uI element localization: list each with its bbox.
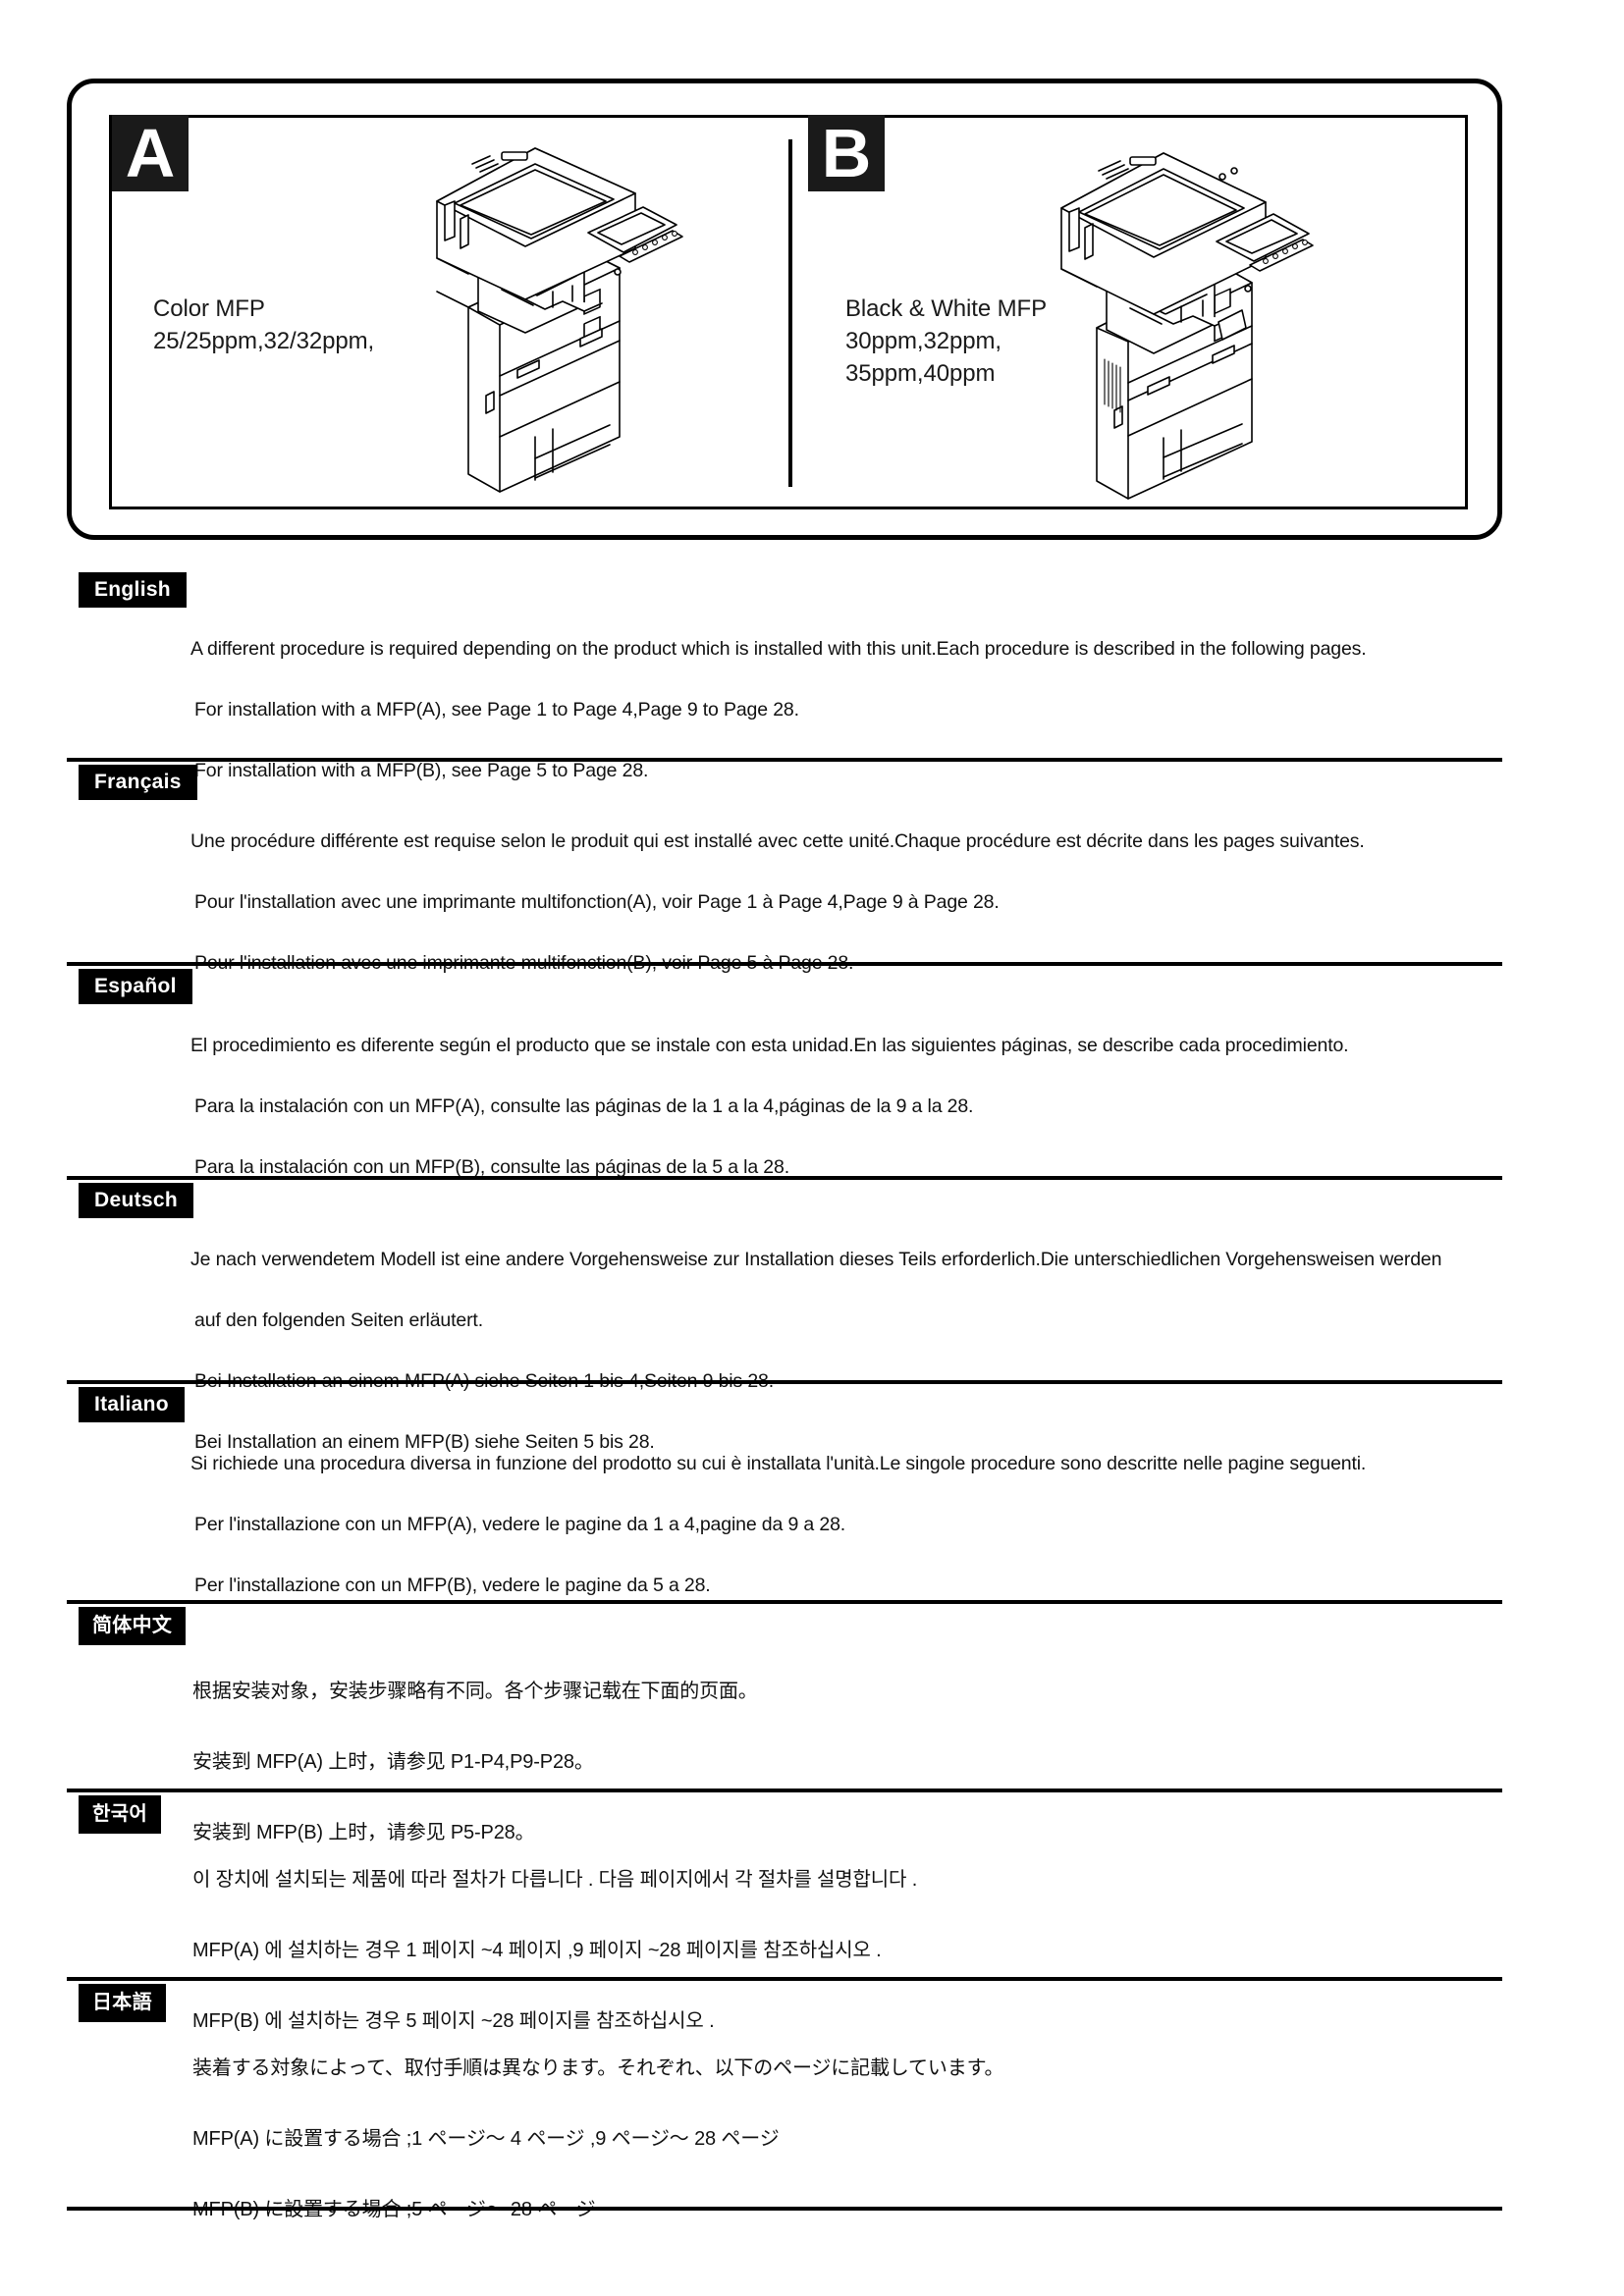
language-line-2: Per l'installazione con un MFP(A), veder… [194, 1514, 846, 1535]
page-bottom-rule [67, 2207, 1502, 2211]
language-body-japanese: 装着する対象によって、取付手順は異なります。それぞれ、以下のページに記載していま… [192, 2015, 1498, 2263]
language-line-2: auf den folgenden Seiten erläutert. [194, 1309, 483, 1331]
language-line-1: Une procédure différente est requise sel… [190, 830, 1365, 852]
section-rule [67, 962, 1502, 966]
language-tag-simplified-chinese: 简体中文 [79, 1607, 187, 1645]
color-mfp-illustration [436, 147, 683, 493]
panel-b: B Black & White MFP 30ppm,32ppm, 35ppm,4… [788, 115, 1465, 507]
language-line-1: 根据安装对象，安装步骤略有不同。各个步骤记载在下面的页面。 [192, 1681, 758, 1702]
language-tag-japanese: 日本語 [79, 1984, 166, 2022]
panel-a-caption: Color MFP 25/25ppm,32/32ppm, [153, 295, 375, 354]
language-line-1: 이 장치에 설치되는 제품에 따라 절차가 다릅니다 . 다음 페이지에서 각 … [192, 1869, 918, 1891]
language-line-1: Si richiede una procedura diversa in fun… [190, 1453, 1367, 1474]
language-line-2: Para la instalación con un MFP(A), consu… [194, 1095, 974, 1117]
language-tag-espanol: Español [79, 969, 192, 1004]
language-line-3: Per l'installazione con un MFP(B), veder… [194, 1575, 711, 1596]
language-body-francais: Une procédure différente est requise sel… [190, 796, 1498, 1009]
section-rule [67, 1600, 1502, 1604]
language-tag-deutsch: Deutsch [79, 1183, 193, 1218]
language-line-1: El procedimiento es diferente según el p… [190, 1035, 1349, 1056]
language-tag-francais: Français [79, 765, 197, 800]
language-line-1: 装着する対象によって、取付手順は異なります。それぞれ、以下のページに記載していま… [192, 2057, 1004, 2079]
language-line-1: A different procedure is required depend… [190, 638, 1367, 660]
section-rule [67, 758, 1502, 762]
language-tag-korean: 한국어 [79, 1795, 162, 1834]
section-rule [67, 1380, 1502, 1384]
language-line-2: MFP(A) に設置する場合 ;1 ページ～ 4 ページ ,9 ページ～ 28 … [192, 2128, 780, 2150]
language-tag-italiano: Italiano [79, 1387, 185, 1422]
language-body-espanol: El procedimiento es diferente según el p… [190, 1000, 1498, 1213]
language-line-2: MFP(A) 에 설치하는 경우 1 페이지 ~4 페이지 ,9 페이지 ~28… [192, 1940, 882, 1961]
panel-b-badge: B [808, 115, 885, 191]
product-illustration-panel: A Color MFP 25/25ppm,32/32ppm, B Black &… [67, 79, 1502, 540]
language-body-english: A different procedure is required depend… [190, 604, 1498, 817]
language-line-1: Je nach verwendetem Modell ist eine ande… [190, 1249, 1442, 1270]
language-line-2: For installation with a MFP(A), see Page… [194, 699, 799, 721]
section-rule [67, 1789, 1502, 1792]
black-and-white-mfp-illustration [1060, 152, 1314, 500]
section-rule [67, 1977, 1502, 1981]
panel-a-badge: A [112, 115, 189, 191]
section-rule [67, 1176, 1502, 1180]
language-line-2: Pour l'installation avec une imprimante … [194, 891, 1000, 913]
product-illustration-inner-frame: A Color MFP 25/25ppm,32/32ppm, B Black &… [109, 115, 1468, 509]
language-tag-english: English [79, 572, 187, 608]
panel-a: A Color MFP 25/25ppm,32/32ppm, [112, 115, 788, 507]
language-line-2: 安装到 MFP(A) 上时，请参见 P1-P4,P9-P28。 [192, 1751, 594, 1773]
